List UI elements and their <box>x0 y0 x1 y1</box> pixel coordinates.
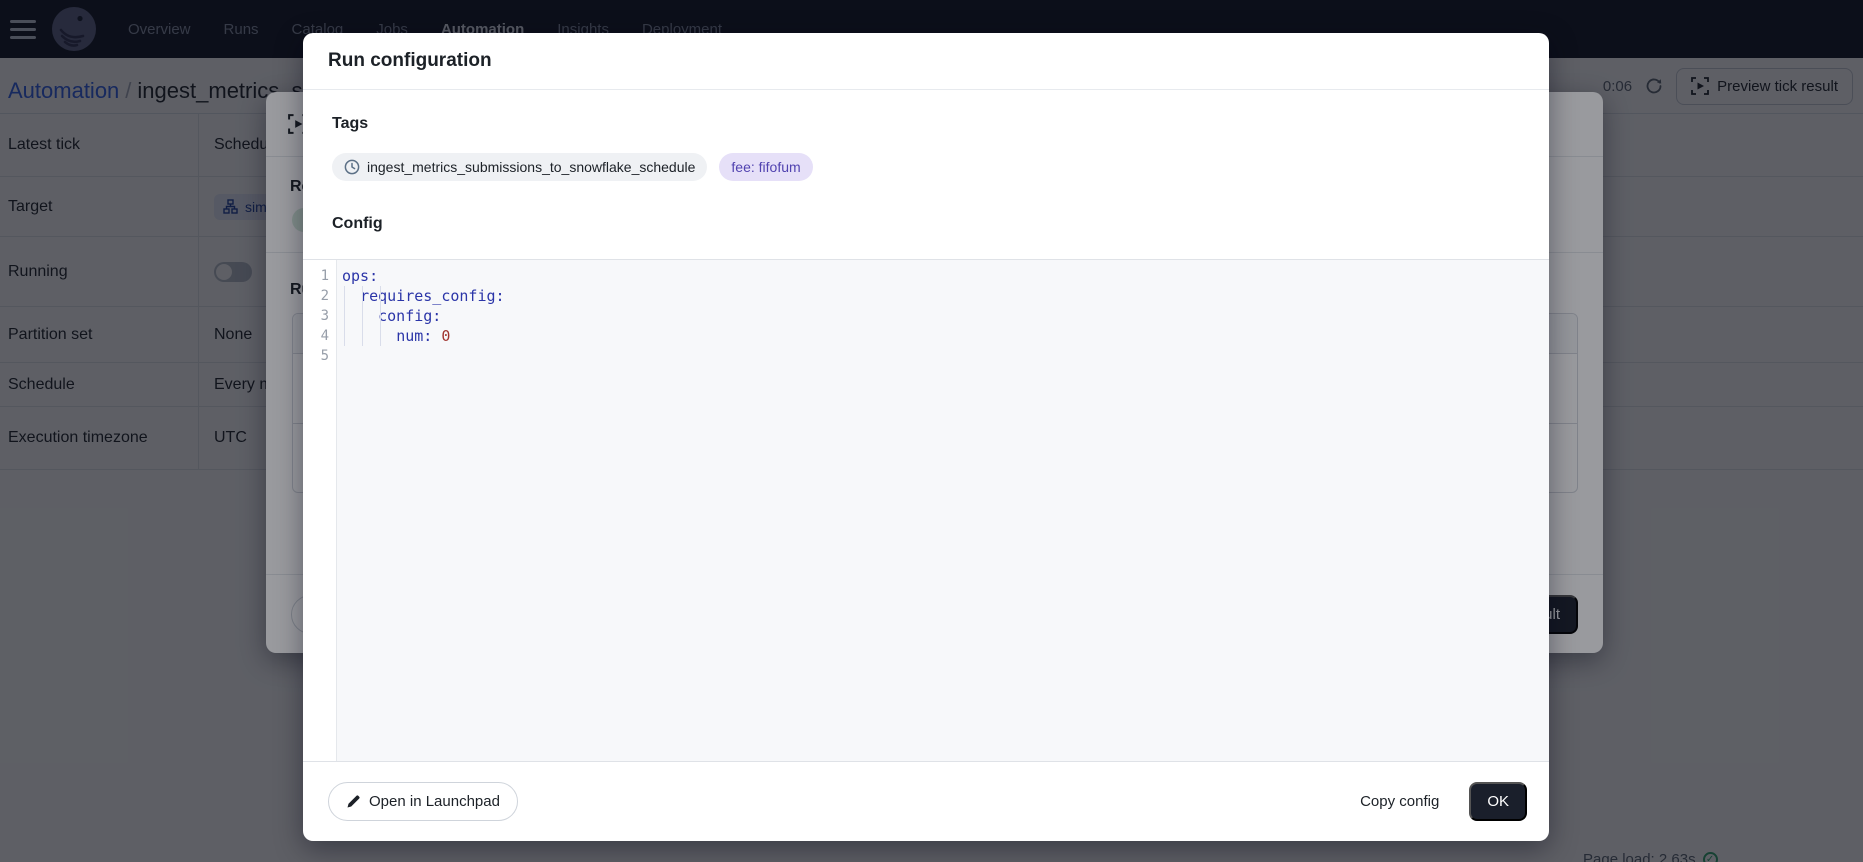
code-line: num: 0 <box>342 326 1549 346</box>
line-number-gutter: 12345 <box>303 260 337 761</box>
line-number: 4 <box>303 326 336 346</box>
code-line: requires_config: <box>342 286 1549 306</box>
pencil-icon <box>346 794 361 809</box>
config-editor[interactable]: 12345 ops: requires_config: config: num:… <box>303 259 1549 762</box>
config-section-label: Config <box>332 215 383 233</box>
code-line: ops: <box>342 266 1549 286</box>
line-number: 5 <box>303 346 336 366</box>
copy-config-button[interactable]: Copy config <box>1360 793 1439 810</box>
line-number: 1 <box>303 266 336 286</box>
ok-button[interactable]: OK <box>1469 782 1527 821</box>
code-line <box>342 346 1549 366</box>
line-number: 3 <box>303 306 336 326</box>
indent-guide <box>380 286 381 346</box>
tag-list: ingest_metrics_submissions_to_snowflake_… <box>332 153 813 181</box>
indent-guide <box>344 286 345 346</box>
code-area[interactable]: ops: requires_config: config: num: 0 <box>337 260 1549 761</box>
code-line: config: <box>342 306 1549 326</box>
fee-tag[interactable]: fee: fifofum <box>719 153 812 181</box>
tags-section-label: Tags <box>332 115 368 133</box>
clock-icon <box>344 159 360 175</box>
line-number: 2 <box>303 286 336 306</box>
run-configuration-dialog: Run configuration Tags ingest_metrics_su… <box>303 33 1549 841</box>
schedule-tag[interactable]: ingest_metrics_submissions_to_snowflake_… <box>332 153 707 181</box>
dialog-title: Run configuration <box>303 33 1549 90</box>
indent-guide <box>362 286 363 346</box>
open-in-launchpad-button[interactable]: Open in Launchpad <box>328 782 518 821</box>
